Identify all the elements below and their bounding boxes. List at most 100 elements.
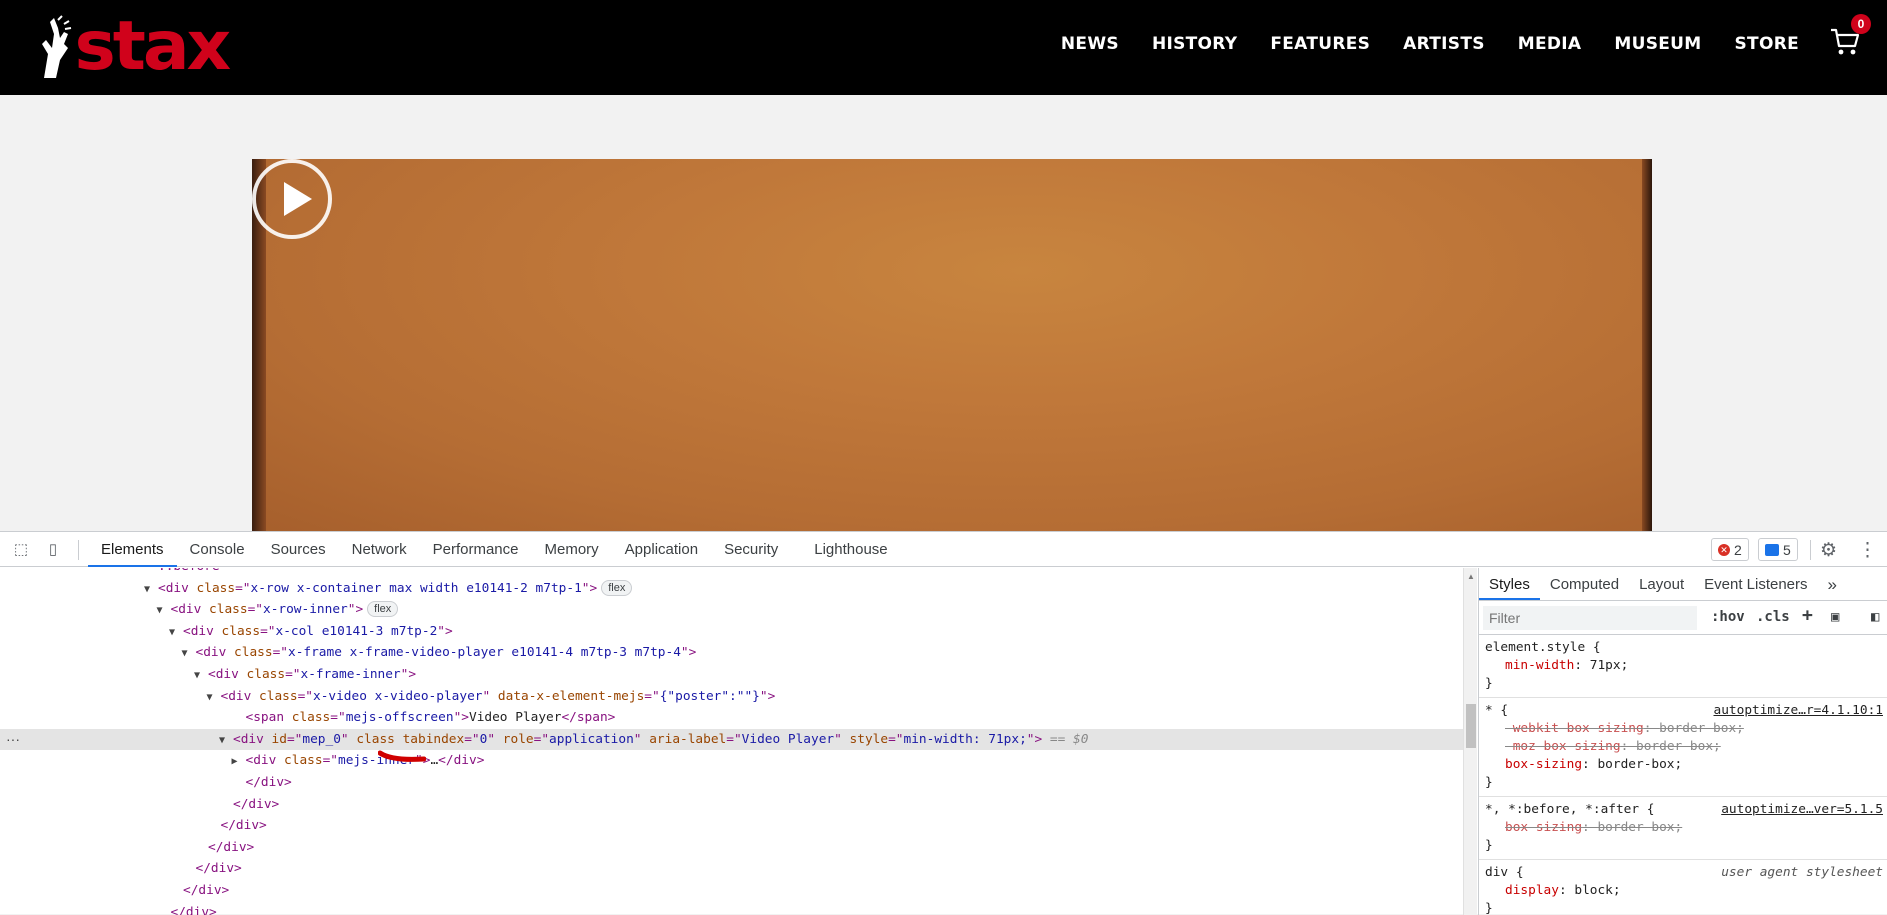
devtools-tabs: Elements Console Sources Network Perform…: [88, 532, 901, 567]
stax-logo[interactable]: stax: [34, 13, 231, 81]
cart-count-badge: 0: [1851, 14, 1871, 34]
scroll-up-icon[interactable]: ▲: [1467, 572, 1475, 581]
dom-node-row[interactable]: </div>: [0, 794, 1463, 816]
markup-token: x-frame x-frame-video-player e10141-4 m7…: [287, 645, 681, 661]
css-property: -webkit-box-sizing: [1505, 721, 1644, 736]
dom-node-row[interactable]: ▼ <div class="x-video x-video-player" dat…: [0, 686, 1463, 708]
settings-gear-icon[interactable]: ⚙: [1820, 539, 1837, 562]
inspect-element-icon[interactable]: ⬚: [12, 541, 30, 559]
nav-media[interactable]: MEDIA: [1518, 34, 1582, 54]
styles-tabs: Styles Computed Layout Event Listeners »: [1479, 568, 1887, 601]
collapse-arrow-icon[interactable]: ▼: [169, 622, 183, 644]
dom-node-row[interactable]: </div>: [0, 880, 1463, 902]
dom-node-selected[interactable]: ··· ▼ <div id="mep_0" class tabindex="0" r…: [0, 728, 1463, 752]
nav-news[interactable]: NEWS: [1061, 34, 1119, 54]
dom-node-row[interactable]: <span class="mejs-offscreen">Video Playe…: [0, 707, 1463, 729]
play-icon[interactable]: [252, 159, 332, 239]
expand-arrow-icon[interactable]: ▶: [232, 751, 246, 773]
tab-styles[interactable]: Styles: [1479, 568, 1540, 600]
tab-elements[interactable]: Elements: [88, 532, 177, 567]
markup-token: min-width: 71px;: [903, 731, 1027, 747]
tab-network[interactable]: Network: [339, 532, 420, 567]
collapse-arrow-icon[interactable]: ▼: [207, 687, 221, 709]
dom-node-row[interactable]: </div>: [0, 837, 1463, 859]
collapse-arrow-icon[interactable]: ▼: [144, 579, 158, 601]
collapse-arrow-icon[interactable]: ▼: [194, 665, 208, 687]
video-player[interactable]: [252, 159, 1652, 531]
tab-layout[interactable]: Layout: [1629, 568, 1694, 600]
markup-token: <div: [158, 580, 197, 596]
error-icon: ✕: [1718, 543, 1730, 556]
css-source-link[interactable]: autoptimize…ver=5.1.5: [1721, 801, 1883, 819]
markup-token: style: [849, 731, 889, 747]
markup-token: =": [533, 731, 550, 747]
cls-button[interactable]: .cls: [1756, 609, 1790, 625]
hov-button[interactable]: :hov: [1711, 609, 1745, 625]
collapse-arrow-icon[interactable]: ▼: [157, 600, 171, 622]
more-options-icon[interactable]: ⋮: [1858, 539, 1877, 562]
paint-icon[interactable]: ▣: [1831, 609, 1839, 625]
nav-store[interactable]: STORE: [1735, 34, 1800, 54]
site-header: stax NEWS HISTORY FEATURES ARTISTS MEDIA…: [0, 0, 1887, 95]
tab-computed[interactable]: Computed: [1540, 568, 1629, 600]
css-declaration[interactable]: display: block;: [1485, 882, 1887, 900]
dom-node-row[interactable]: ▼ <div class="x-row x-container max width…: [0, 578, 1463, 600]
collapse-arrow-icon[interactable]: ▼: [182, 643, 196, 665]
elements-tree[interactable]: ::before▼<div class="x-row x-container m…: [0, 568, 1463, 915]
nav-museum[interactable]: MUSEUM: [1614, 34, 1701, 54]
dom-node-row[interactable]: ::before: [0, 568, 1463, 578]
css-rule[interactable]: div {user agent stylesheet display: block…: [1479, 860, 1887, 915]
nav-features[interactable]: FEATURES: [1270, 34, 1370, 54]
dom-node-row[interactable]: </div>: [0, 902, 1463, 915]
dom-node-row[interactable]: </div>: [0, 815, 1463, 837]
tab-lighthouse[interactable]: Lighthouse: [801, 532, 900, 567]
cart-button[interactable]: 0: [1829, 14, 1871, 62]
tab-memory[interactable]: Memory: [532, 532, 612, 567]
css-declaration[interactable]: min-width: 71px;: [1485, 657, 1887, 675]
device-toolbar-icon[interactable]: ▯: [44, 541, 62, 559]
node-actions-icon[interactable]: ···: [6, 729, 20, 751]
dom-node-row[interactable]: ▶ <div class="mejs-inner">…</div>: [0, 750, 1463, 772]
css-declaration[interactable]: box-sizing: border-box;: [1485, 756, 1887, 774]
toggle-sidebar-icon[interactable]: ◧: [1871, 609, 1879, 625]
collapse-arrow-icon[interactable]: ▼: [219, 730, 233, 752]
toolbar-divider: [1810, 540, 1811, 560]
css-declaration[interactable]: -webkit-box-sizing: border-box;: [1485, 720, 1887, 738]
message-count-badge[interactable]: 5: [1758, 538, 1798, 561]
dom-node-row[interactable]: </div>: [0, 858, 1463, 880]
css-source-link[interactable]: autoptimize…r=4.1.10:1: [1714, 702, 1884, 720]
css-rule[interactable]: element.style {min-width: 71px;}: [1479, 635, 1887, 698]
tab-performance[interactable]: Performance: [420, 532, 532, 567]
css-rule[interactable]: *, *:before, *:after {autoptimize…ver=5.…: [1479, 797, 1887, 860]
dom-node-row[interactable]: ▼ <div class="x-frame x-frame-video-playe…: [0, 642, 1463, 664]
markup-token: <span: [245, 710, 292, 726]
css-declaration[interactable]: -moz-box-sizing: border-box;: [1485, 738, 1887, 756]
nav-history[interactable]: HISTORY: [1152, 34, 1237, 54]
tab-event-listeners[interactable]: Event Listeners: [1694, 568, 1817, 600]
css-rule-close: }: [1485, 901, 1493, 915]
markup-token: =": [285, 667, 301, 682]
scrollbar-thumb[interactable]: [1466, 704, 1476, 748]
error-count-badge[interactable]: ✕ 2: [1711, 538, 1749, 561]
elements-scrollbar[interactable]: ▲: [1463, 568, 1477, 915]
css-declaration[interactable]: box-sizing: border-box;: [1485, 819, 1887, 837]
more-tabs-icon[interactable]: »: [1818, 568, 1847, 600]
css-value: block;: [1574, 883, 1621, 898]
add-rule-icon[interactable]: +: [1802, 605, 1813, 626]
markup-token: ">: [1026, 731, 1043, 747]
dom-node-row[interactable]: ▼ <div class="x-frame-inner">: [0, 664, 1463, 686]
tab-application[interactable]: Application: [612, 532, 711, 567]
flex-badge[interactable]: flex: [601, 579, 633, 596]
video-film-edge-right: [1642, 159, 1652, 531]
flex-badge[interactable]: flex: [367, 601, 399, 618]
markup-token: {"poster":""}: [659, 688, 760, 704]
css-rule[interactable]: * {autoptimize…r=4.1.10:1 -webkit-box-siz…: [1479, 698, 1887, 797]
dom-node-row[interactable]: ▼ <div class="x-row-inner"> flex: [0, 599, 1463, 621]
tab-security[interactable]: Security: [711, 532, 791, 567]
dom-node-row[interactable]: ▼ <div class="x-col e10141-3 m7tp-2">: [0, 621, 1463, 643]
styles-filter-input[interactable]: [1483, 606, 1697, 630]
tab-sources[interactable]: Sources: [258, 532, 339, 567]
dom-node-row[interactable]: </div>: [0, 772, 1463, 794]
tab-console[interactable]: Console: [177, 532, 258, 567]
nav-artists[interactable]: ARTISTS: [1403, 34, 1485, 54]
